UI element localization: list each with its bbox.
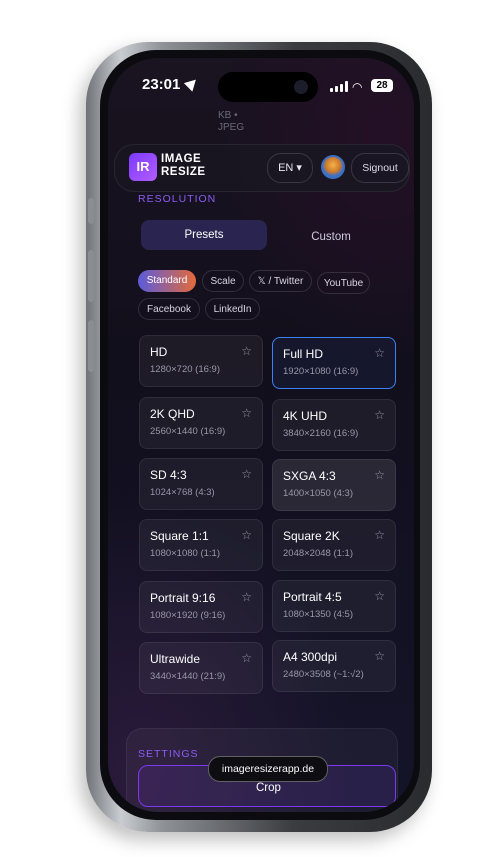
star-icon[interactable]: ☆ [241, 344, 252, 358]
preset-dimensions: 2048×2048 (1:1) [283, 548, 353, 559]
browser-url-pill[interactable]: imageresizerapp.de [208, 756, 328, 782]
dynamic-island [218, 72, 318, 102]
star-icon[interactable]: ☆ [374, 408, 385, 422]
star-icon[interactable]: ☆ [241, 590, 252, 604]
star-icon[interactable]: ☆ [241, 467, 252, 481]
crop-button-label: Crop [256, 782, 281, 794]
preset-title: HD [150, 345, 168, 359]
preset-card-a4-300dpi[interactable]: A4 300dpi 2480×3508 (~1:√2) ☆ [272, 640, 396, 692]
preset-title: 4K UHD [283, 409, 328, 423]
preset-dimensions: 1920×1080 (16:9) [283, 366, 359, 377]
phone-volume-up-button [88, 250, 94, 302]
preset-card-full-hd[interactable]: Full HD 1920×1080 (16:9) ☆ [272, 337, 396, 389]
location-arrow-icon [183, 75, 201, 92]
preset-card-square-1-1[interactable]: Square 1:1 1080×1080 (1:1) ☆ [139, 519, 263, 571]
logo-line-1: IMAGE [161, 153, 202, 165]
preset-title: Ultrawide [150, 652, 201, 666]
phone-volume-down-button [88, 320, 94, 372]
logo-line-2: RESIZE [161, 166, 206, 178]
star-icon[interactable]: ☆ [241, 651, 252, 665]
preset-card-ultrawide[interactable]: Ultrawide 3440×1440 (21:9) ☆ [139, 642, 263, 694]
scrolled-content-hint: KB • JPEG [218, 110, 244, 134]
preset-dimensions: 1400×1050 (4:3) [283, 488, 353, 499]
logo-text[interactable]: IMAGE RESIZE [161, 153, 206, 179]
phone-screen: 23:01 ◠ 28 KB • JPEG IR IMAGE RESIZE EN … [108, 58, 414, 812]
preset-title: SD 4:3 [150, 468, 187, 482]
preset-dimensions: 3440×1440 (21:9) [150, 671, 226, 682]
preset-title: Full HD [283, 347, 324, 361]
ghost-line-1: KB • [218, 110, 238, 121]
preset-title: Square 2K [283, 529, 340, 543]
preset-card-square-2k[interactable]: Square 2K 2048×2048 (1:1) ☆ [272, 519, 396, 571]
tab-custom[interactable]: Custom [271, 222, 391, 252]
tab-presets[interactable]: Presets [141, 220, 267, 250]
preset-card-portrait-9-16[interactable]: Portrait 9:16 1080×1920 (9:16) ☆ [139, 581, 263, 633]
preset-dimensions: 1080×1920 (9:16) [150, 610, 226, 621]
preset-card-hd[interactable]: HD 1280×720 (16:9) ☆ [139, 335, 263, 387]
chip-standard[interactable]: Standard [138, 270, 196, 292]
wifi-icon: ◠ [352, 80, 363, 94]
preset-title: 2K QHD [150, 407, 195, 421]
camera-icon [294, 80, 308, 94]
preset-dimensions: 2480×3508 (~1:√2) [283, 669, 364, 680]
preset-title: A4 300dpi [283, 650, 338, 664]
preset-title: SXGA 4:3 [283, 469, 336, 483]
avatar[interactable] [321, 155, 345, 179]
preset-card-2k-qhd[interactable]: 2K QHD 2560×1440 (16:9) ☆ [139, 397, 263, 449]
star-icon[interactable]: ☆ [374, 649, 385, 663]
status-time: 23:01 [142, 76, 181, 93]
preset-card-4k-uhd[interactable]: 4K UHD 3840×2160 (16:9) ☆ [272, 399, 396, 451]
chip-scale[interactable]: Scale [202, 270, 244, 292]
preset-card-portrait-4-5[interactable]: Portrait 4:5 1080×1350 (4:5) ☆ [272, 580, 396, 632]
preset-dimensions: 1280×720 (16:9) [150, 364, 220, 375]
chip-youtube[interactable]: YouTube [317, 272, 370, 294]
battery-icon: 28 [371, 79, 393, 92]
phone-action-button [88, 198, 94, 224]
chip-twitter[interactable]: 𝕏 / Twitter [249, 270, 312, 292]
settings-section-title: SETTINGS [138, 748, 199, 760]
star-icon[interactable]: ☆ [374, 468, 385, 482]
preset-title: Portrait 4:5 [283, 590, 342, 604]
cellular-signal-icon [330, 81, 348, 92]
logo-icon[interactable]: IR [129, 153, 157, 181]
preset-card-sd-4-3[interactable]: SD 4:3 1024×768 (4:3) ☆ [139, 458, 263, 510]
chip-linkedin[interactable]: LinkedIn [205, 298, 260, 320]
star-icon[interactable]: ☆ [374, 346, 385, 360]
preset-dimensions: 3840×2160 (16:9) [283, 428, 359, 439]
resolution-tabs: Presets Custom [138, 220, 394, 252]
preset-dimensions: 2560×1440 (16:9) [150, 426, 226, 437]
language-selector[interactable]: EN ▾ [267, 153, 313, 183]
signout-button[interactable]: Signout [351, 153, 409, 183]
chip-facebook[interactable]: Facebook [138, 298, 200, 320]
resolution-section-title: RESOLUTION [138, 193, 217, 205]
star-icon[interactable]: ☆ [241, 406, 252, 420]
app-header: IR IMAGE RESIZE EN ▾ Signout [114, 144, 410, 192]
preset-dimensions: 1080×1350 (4:5) [283, 609, 353, 620]
star-icon[interactable]: ☆ [241, 528, 252, 542]
preset-dimensions: 1080×1080 (1:1) [150, 548, 220, 559]
star-icon[interactable]: ☆ [374, 589, 385, 603]
ghost-line-2: JPEG [218, 122, 245, 133]
status-bar: 23:01 ◠ 28 [108, 58, 414, 108]
star-icon[interactable]: ☆ [374, 528, 385, 542]
preset-card-sxga-4-3[interactable]: SXGA 4:3 1400×1050 (4:3) ☆ [272, 459, 396, 511]
preset-title: Portrait 9:16 [150, 591, 216, 605]
preset-title: Square 1:1 [150, 529, 209, 543]
preset-dimensions: 1024×768 (4:3) [150, 487, 215, 498]
